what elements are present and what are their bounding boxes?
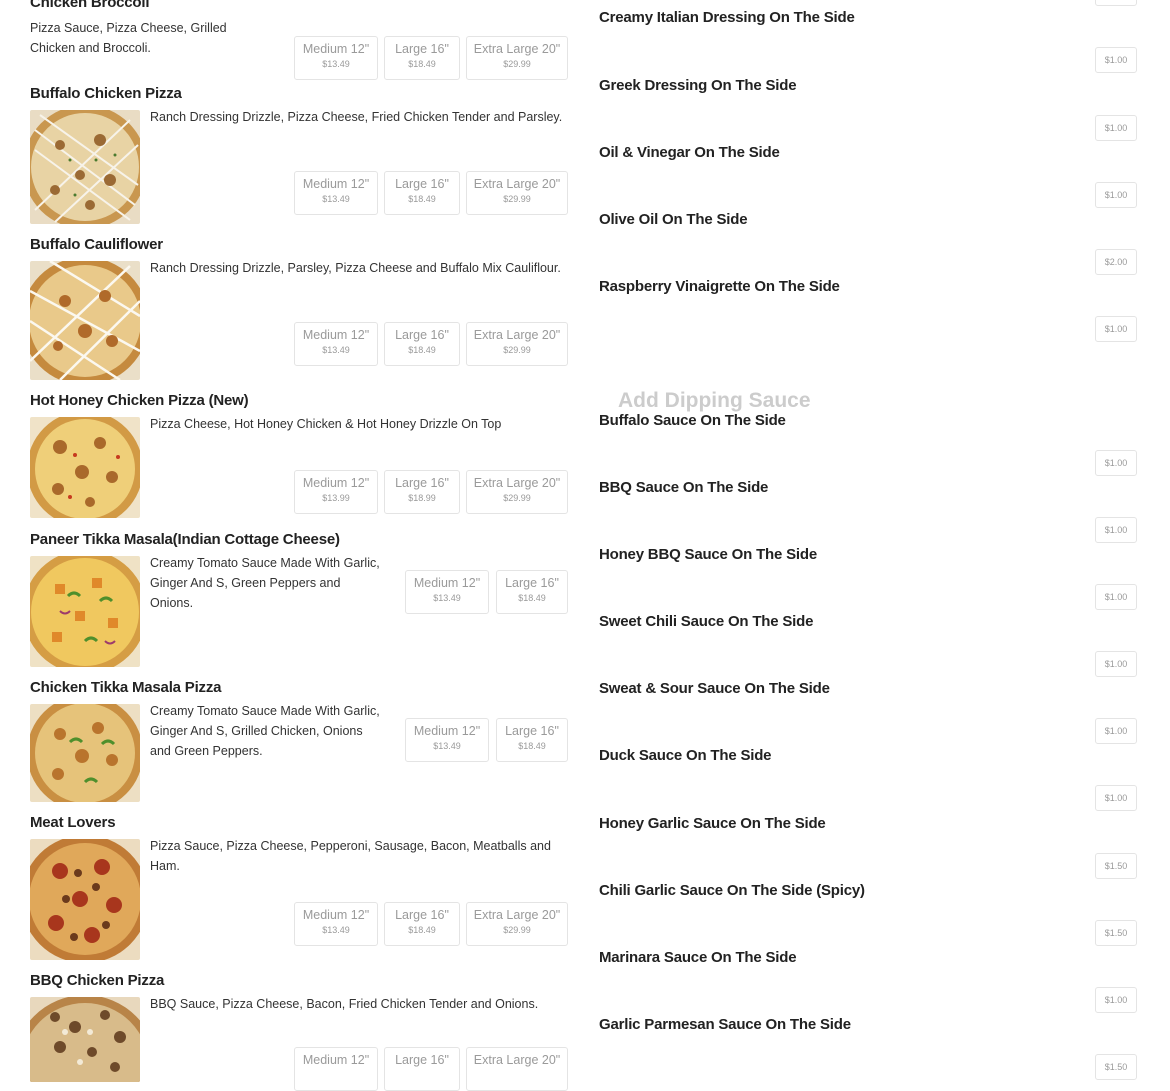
- pizza-image[interactable]: [30, 556, 140, 667]
- item-title: Paneer Tikka Masala(Indian Cottage Chees…: [30, 531, 340, 548]
- size-medium-button[interactable]: Medium 12" $13.49: [405, 570, 489, 614]
- menu-item[interactable]: Hot Honey Chicken Pizza (New) Pizza Chee…: [30, 392, 570, 522]
- sauce-name: Garlic Parmesan Sauce On The Side: [599, 1016, 851, 1033]
- sauce-name: BBQ Sauce On The Side: [599, 479, 769, 496]
- size-large-button[interactable]: Large 16" $18.49: [384, 171, 460, 215]
- size-xlarge-button[interactable]: Extra Large 20" $29.99: [466, 470, 568, 514]
- side-price-button[interactable]: $1.00: [1095, 651, 1137, 677]
- size-medium-button[interactable]: Medium 12" $13.49: [294, 902, 378, 946]
- side-price-button[interactable]: $1.00: [1095, 584, 1137, 610]
- sauce-name: Marinara Sauce On The Side: [599, 949, 797, 966]
- size-medium-button[interactable]: Medium 12" $13.49: [294, 171, 378, 215]
- menu-item[interactable]: Meat Lovers Pizza Sauce, Pizza Cheese, P…: [30, 814, 570, 964]
- side-price-button[interactable]: $1.00: [1095, 182, 1137, 208]
- sauce-name: Honey BBQ Sauce On The Side: [599, 546, 817, 563]
- side-price-button[interactable]: $2.00: [1095, 249, 1137, 275]
- size-large-button[interactable]: Large 16" $18.49: [496, 718, 568, 762]
- item-description: Ranch Dressing Drizzle, Parsley, Pizza C…: [150, 261, 561, 275]
- menu-item[interactable]: Chicken Broccoli Pizza Sauce, Pizza Chee…: [30, 0, 570, 90]
- item-description: Creamy Tomato Sauce Made With Garlic, Gi…: [150, 704, 380, 758]
- section-heading: Add Dipping Sauce: [618, 389, 811, 412]
- sauce-name: Buffalo Sauce On The Side: [599, 412, 786, 429]
- pizza-image[interactable]: [30, 839, 140, 960]
- item-description: Pizza Sauce, Pizza Cheese, Pepperoni, Sa…: [150, 839, 551, 873]
- item-title: Hot Honey Chicken Pizza (New): [30, 392, 249, 409]
- side-price-button[interactable]: $1.00: [1095, 987, 1137, 1013]
- sauce-name: Sweat & Sour Sauce On The Side: [599, 680, 830, 697]
- side-price-button[interactable]: $1.00: [1095, 785, 1137, 811]
- side-price-button[interactable]: $1.00: [1095, 47, 1137, 73]
- size-medium-button[interactable]: Medium 12" $13.99: [294, 470, 378, 514]
- side-price-button[interactable]: $1.50: [1095, 853, 1137, 879]
- size-large-button[interactable]: Large 16" $18.99: [384, 470, 460, 514]
- item-title: Chicken Broccoli: [30, 0, 150, 11]
- pizza-image[interactable]: [30, 997, 140, 1082]
- size-xlarge-button[interactable]: Extra Large 20" $29.99: [466, 36, 568, 80]
- menu-item[interactable]: Buffalo Cauliflower Ranch Dressing Drizz…: [30, 236, 570, 382]
- size-medium-button[interactable]: Medium 12" $13.49: [405, 718, 489, 762]
- sauce-name: Honey Garlic Sauce On The Side: [599, 815, 826, 832]
- dressing-name: Creamy Italian Dressing On The Side: [599, 9, 855, 26]
- side-price-button[interactable]: $1.00: [1095, 517, 1137, 543]
- pizza-image[interactable]: [30, 704, 140, 802]
- side-price-button[interactable]: $1.00: [1095, 115, 1137, 141]
- side-price-button[interactable]: $1.50: [1095, 920, 1137, 946]
- size-medium-button[interactable]: Medium 12" $13.49: [294, 322, 378, 366]
- side-price-button[interactable]: $1.00: [1095, 316, 1137, 342]
- pizza-image[interactable]: [30, 261, 140, 380]
- item-description: Ranch Dressing Drizzle, Pizza Cheese, Fr…: [150, 110, 563, 124]
- side-price-button[interactable]: $1.50: [1095, 1054, 1137, 1080]
- item-title: Buffalo Chicken Pizza: [30, 85, 182, 102]
- sauce-name: Sweet Chili Sauce On The Side: [599, 613, 814, 630]
- item-title: Buffalo Cauliflower: [30, 236, 163, 253]
- item-title: BBQ Chicken Pizza: [30, 972, 165, 989]
- side-price-button[interactable]: [1095, 0, 1137, 6]
- item-title: Chicken Tikka Masala Pizza: [30, 679, 222, 696]
- size-xlarge-button[interactable]: Extra Large 20" $29.99: [466, 322, 568, 366]
- dressing-name: Olive Oil On The Side: [599, 211, 748, 228]
- dressing-name: Greek Dressing On The Side: [599, 77, 797, 94]
- size-large-button[interactable]: Large 16" $18.49: [384, 322, 460, 366]
- item-description: Creamy Tomato Sauce Made With Garlic, Gi…: [150, 556, 380, 610]
- item-description: Pizza Cheese, Hot Honey Chicken & Hot Ho…: [150, 417, 502, 431]
- sauce-name: Chili Garlic Sauce On The Side (Spicy): [599, 882, 865, 899]
- size-xlarge-button[interactable]: Extra Large 20": [466, 1047, 568, 1091]
- menu-item[interactable]: Chicken Tikka Masala Pizza Creamy Tomato…: [30, 679, 570, 807]
- item-title: Meat Lovers: [30, 814, 116, 831]
- size-xlarge-button[interactable]: Extra Large 20" $29.99: [466, 171, 568, 215]
- size-medium-button[interactable]: Medium 12" $13.49: [294, 36, 378, 80]
- menu-item[interactable]: BBQ Chicken Pizza BBQ Sauce, Pizza Chees…: [30, 972, 570, 1091]
- side-price-button[interactable]: $1.00: [1095, 450, 1137, 476]
- dressing-name: Raspberry Vinaigrette On The Side: [599, 278, 840, 295]
- size-large-button[interactable]: Large 16" $18.49: [384, 902, 460, 946]
- menu-item[interactable]: Paneer Tikka Masala(Indian Cottage Chees…: [30, 531, 570, 671]
- size-xlarge-button[interactable]: Extra Large 20" $29.99: [466, 902, 568, 946]
- size-large-button[interactable]: Large 16": [384, 1047, 460, 1091]
- size-large-button[interactable]: Large 16" $18.49: [384, 36, 460, 80]
- side-price-button[interactable]: $1.00: [1095, 718, 1137, 744]
- sauce-name: Duck Sauce On The Side: [599, 747, 772, 764]
- item-description: BBQ Sauce, Pizza Cheese, Bacon, Fried Ch…: [150, 997, 539, 1011]
- pizza-image[interactable]: [30, 417, 140, 518]
- item-description: Pizza Sauce, Pizza Cheese, Grilled Chick…: [30, 21, 227, 55]
- pizza-image[interactable]: [30, 110, 140, 224]
- menu-item[interactable]: Buffalo Chicken Pizza Ranch Dressing Dri…: [30, 85, 570, 225]
- size-medium-button[interactable]: Medium 12": [294, 1047, 378, 1091]
- dressing-name: Oil & Vinegar On The Side: [599, 144, 780, 161]
- size-large-button[interactable]: Large 16" $18.49: [496, 570, 568, 614]
